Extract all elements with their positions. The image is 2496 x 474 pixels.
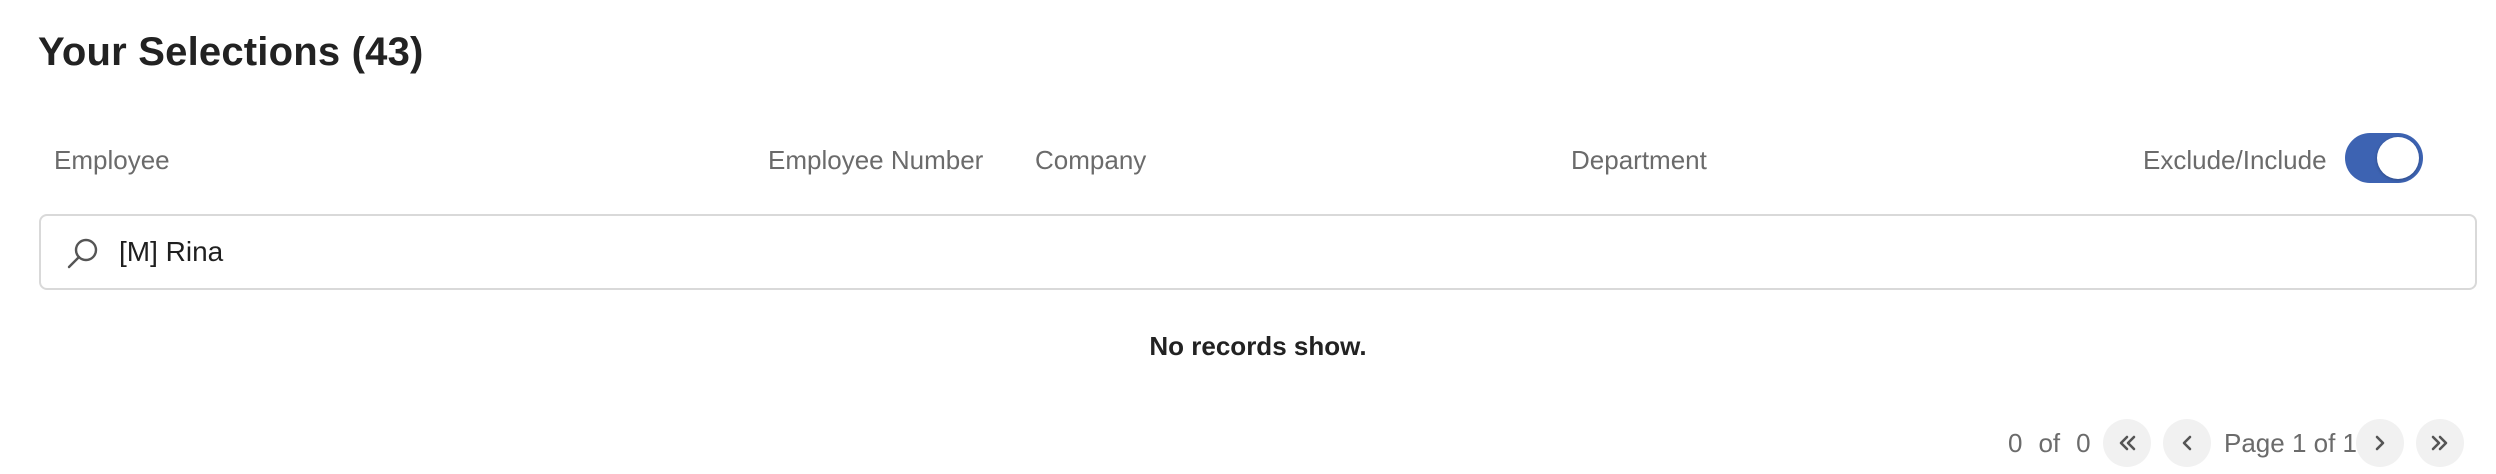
pagination-range: 0 xyxy=(2008,428,2023,458)
column-header-department[interactable]: Department xyxy=(1571,140,1707,180)
table-header: Employee Employee Number Company Departm… xyxy=(0,140,2496,180)
column-header-employee[interactable]: Employee xyxy=(54,140,170,180)
previous-page-button[interactable] xyxy=(2163,419,2211,467)
search-box xyxy=(39,214,2477,290)
search-icon xyxy=(65,236,101,272)
next-page-button[interactable] xyxy=(2356,419,2404,467)
pagination-of-label: of xyxy=(2038,428,2061,458)
chevron-left-icon xyxy=(2182,435,2192,451)
page-title: Your Selections (43) xyxy=(38,30,424,74)
pagination-page-label: Page 1 of 1 xyxy=(2224,428,2357,458)
exclude-include-label: Exclude/Include xyxy=(2143,145,2327,175)
chevron-right-icon xyxy=(2375,435,2385,451)
column-header-employee-number[interactable]: Employee Number xyxy=(768,140,983,180)
double-chevron-right-icon xyxy=(2431,435,2448,451)
empty-results-message: No records show. xyxy=(1149,331,1367,361)
column-header-company[interactable]: Company xyxy=(1035,140,1146,180)
toggle-knob xyxy=(2377,137,2419,179)
pagination-total: 0 xyxy=(2076,428,2091,458)
exclude-include-toggle[interactable] xyxy=(2345,133,2423,183)
pagination-count: 0 of 0 xyxy=(2008,418,2091,468)
double-chevron-left-icon xyxy=(2119,435,2136,451)
search-input[interactable] xyxy=(119,226,2419,278)
first-page-button[interactable] xyxy=(2103,419,2151,467)
last-page-button[interactable] xyxy=(2416,419,2464,467)
